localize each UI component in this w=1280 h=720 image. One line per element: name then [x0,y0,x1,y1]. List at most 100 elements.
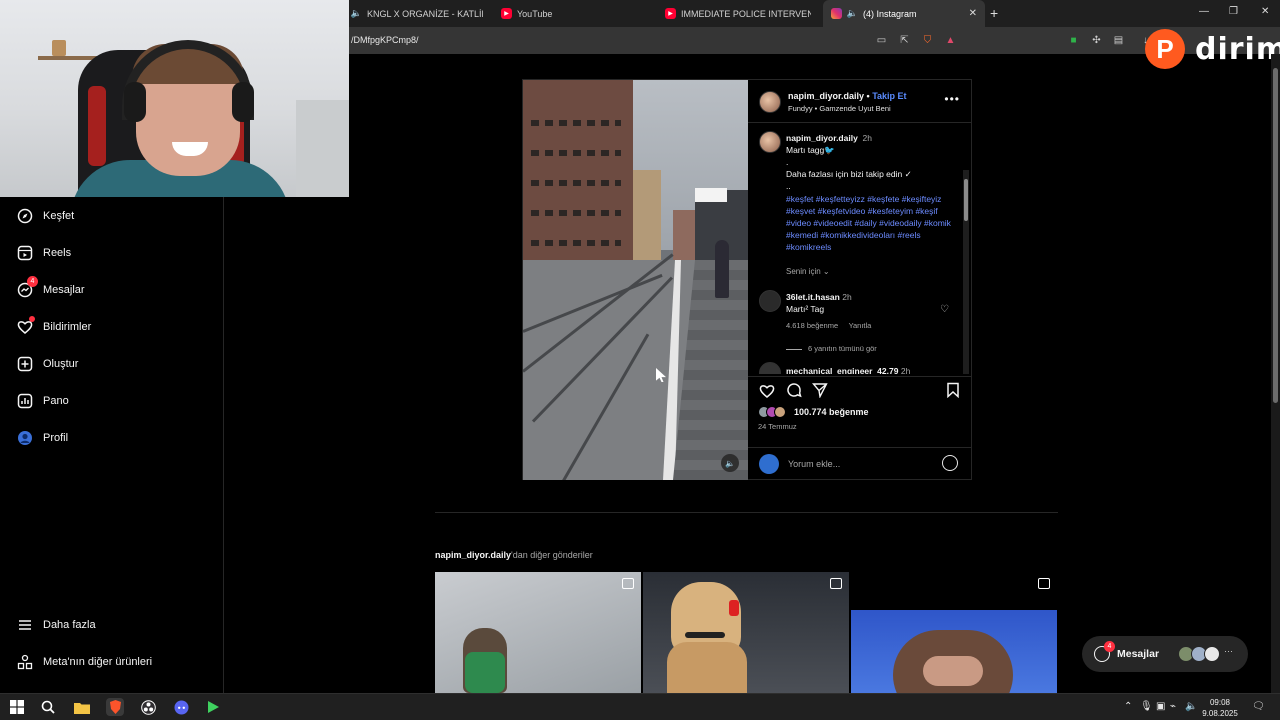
volume-icon[interactable]: 🔈 [1185,701,1197,712]
restore-button[interactable]: ❐ [1229,6,1238,17]
sidebar-item-more[interactable]: Daha fazla [16,616,96,633]
browser-tab[interactable]: ▶ IMMEDIATE POLICE INTERVENTION: [665,0,811,27]
tab-title: KNGL X ORGANİZE - KATLİHAV 4 [367,8,483,19]
more-posts-heading: napim_diyor.daily'dan diğer gönderiler [435,550,593,560]
post-thumbnail[interactable] [435,572,641,693]
sidebar-item-label: Reels [43,246,72,259]
heart-icon [16,316,35,335]
room-window [296,100,349,197]
caption-hashtags[interactable]: #keşfet #keşfetteyizz #keşfete #keşiftey… [786,193,956,253]
browser-tab[interactable]: ▶ YouTube [501,0,631,27]
close-icon[interactable]: ✕ [969,8,977,19]
comment-username[interactable]: mechanical_engineer_42.79 [786,366,898,374]
browser-tab[interactable]: 🔈 KNGL X ORGANİZE - KATLİHAV 4 [351,0,483,27]
puzzle-icon[interactable]: ✣ [1090,34,1103,47]
share-send-icon[interactable] [811,381,829,399]
comment-time: 2h [842,292,852,302]
new-tab-button[interactable]: + [990,5,998,21]
follow-button[interactable]: Takip Et [872,91,906,101]
avatar [759,454,779,474]
comment-icon[interactable] [785,381,803,399]
for-you-label[interactable]: Senin için ⌄ [786,267,830,276]
cast-icon[interactable]: ▭ [875,34,888,47]
sidebar-item-olustur[interactable]: Oluştur [16,355,78,372]
comment-likes[interactable]: 4.618 beğenme [786,321,838,330]
shelf-item [52,40,66,56]
likes-count[interactable]: 100.774 beğenme [794,407,869,417]
minimize-button[interactable]: — [1199,6,1209,17]
comment-username[interactable]: 36let.it.hasan [786,292,840,302]
reply-button[interactable]: Yanıtla [849,321,872,330]
reels-icon [1038,578,1050,589]
search-icon[interactable] [39,698,57,716]
mute-button[interactable]: 🔈 [721,454,739,472]
post-side-panel: napim_diyor.daily • Takip Et Fundyy • Ga… [748,80,972,480]
avatar[interactable] [759,91,781,113]
tray-app-icon[interactable]: ▣ [1156,701,1165,712]
file-explorer-icon[interactable] [73,698,91,716]
avatar[interactable] [759,362,781,374]
brave-browser-icon[interactable] [106,698,124,716]
discord-icon[interactable] [172,698,190,716]
emoji-icon[interactable] [942,455,958,471]
close-window-button[interactable]: ✕ [1261,6,1269,17]
thumbnail-dog-body [667,642,747,693]
more-posts-username[interactable]: napim_diyor.daily [435,550,511,560]
sidebar-item-label: Mesajlar [43,283,85,296]
bookmark-icon[interactable] [944,381,962,399]
sidebar-item-pano[interactable]: Pano [16,392,69,409]
sidebar-item-reels[interactable]: Reels [16,244,71,261]
post-thumbnail[interactable] [643,572,849,693]
pdirim-logo: P [1145,29,1185,69]
view-replies-button[interactable]: 6 yanıtın tümünü gör [786,344,877,353]
sidebar-item-profil[interactable]: Profil [16,429,68,446]
messages-floating-button[interactable]: 4 Mesajlar ··· [1082,636,1248,672]
more-avatars-icon: ··· [1224,646,1233,656]
bar-chart-icon [16,392,33,409]
more-options-icon[interactable]: ••• [944,92,960,106]
section-divider [435,512,1058,513]
share-icon[interactable]: ⇱ [898,34,911,47]
username-link[interactable]: napim_diyor.daily [788,91,864,101]
media-player-icon[interactable] [204,698,222,716]
avatar[interactable] [759,131,781,153]
liked-by-avatars[interactable] [758,406,794,418]
tray-chevron-icon[interactable]: ⌃ [1124,701,1132,712]
reels-icon [622,578,634,589]
extension-icon[interactable]: ■ [1067,34,1080,47]
caption-username[interactable]: napim_diyor.daily [786,133,858,143]
menu-icon [16,616,33,633]
sidebar-item-kesfet[interactable]: Keşfet [16,207,74,224]
thumbnail-red-object [729,600,739,616]
notification-badge: 4 [27,276,38,287]
sidebar-item-bildirimler[interactable]: Bildirimler [16,316,91,335]
network-icon[interactable]: ⌁ [1170,701,1176,712]
windows-start-icon[interactable] [8,698,26,716]
sidebar-item-mesajlar[interactable]: 4 Mesajlar [16,276,85,298]
instagram-sidebar: Keşfet Reels 4 Mesajlar Bildirimler Oluş… [0,197,224,693]
like-heart-icon[interactable] [758,381,776,399]
url-field[interactable]: /DMfpgKPCmp8/ [351,35,419,45]
sidebar-item-meta-products[interactable]: Meta'nın diğer ürünleri [16,653,152,670]
reel-video[interactable]: 🔈 [523,80,748,480]
obs-icon[interactable] [139,698,157,716]
notifications-icon[interactable]: 🗨 [1252,701,1265,712]
headset-earcup [232,82,254,122]
post-date: 24 Temmuz [758,422,797,431]
system-clock[interactable]: 09:08 9.08.2025 [1198,697,1242,719]
page-scroll-thumb[interactable] [1273,68,1278,403]
microphone-icon[interactable]: 🎙 [1140,701,1153,712]
browser-tab-active[interactable]: 🔈 (4) Instagram ✕ [823,0,985,27]
avatar[interactable] [759,290,781,312]
comments-scroll-thumb[interactable] [964,179,968,221]
audio-link[interactable]: Fundyy • Gamzende Uyut Beni [788,104,891,113]
replies-line [786,348,802,350]
brave-shield-icon[interactable]: ⛉ [921,34,934,47]
comment-like-icon[interactable]: ♡ [940,304,949,315]
screen: 🔈 KNGL X ORGANİZE - KATLİHAV 4 ▶ YouTube… [0,0,1280,720]
sidebar-icon[interactable]: ▤ [1112,34,1125,47]
avatar-icon [16,429,33,446]
post-thumbnail[interactable] [851,572,1057,693]
brave-rewards-icon[interactable]: ▲ [944,34,957,47]
comment-input[interactable]: Yorum ekle... [788,459,840,469]
